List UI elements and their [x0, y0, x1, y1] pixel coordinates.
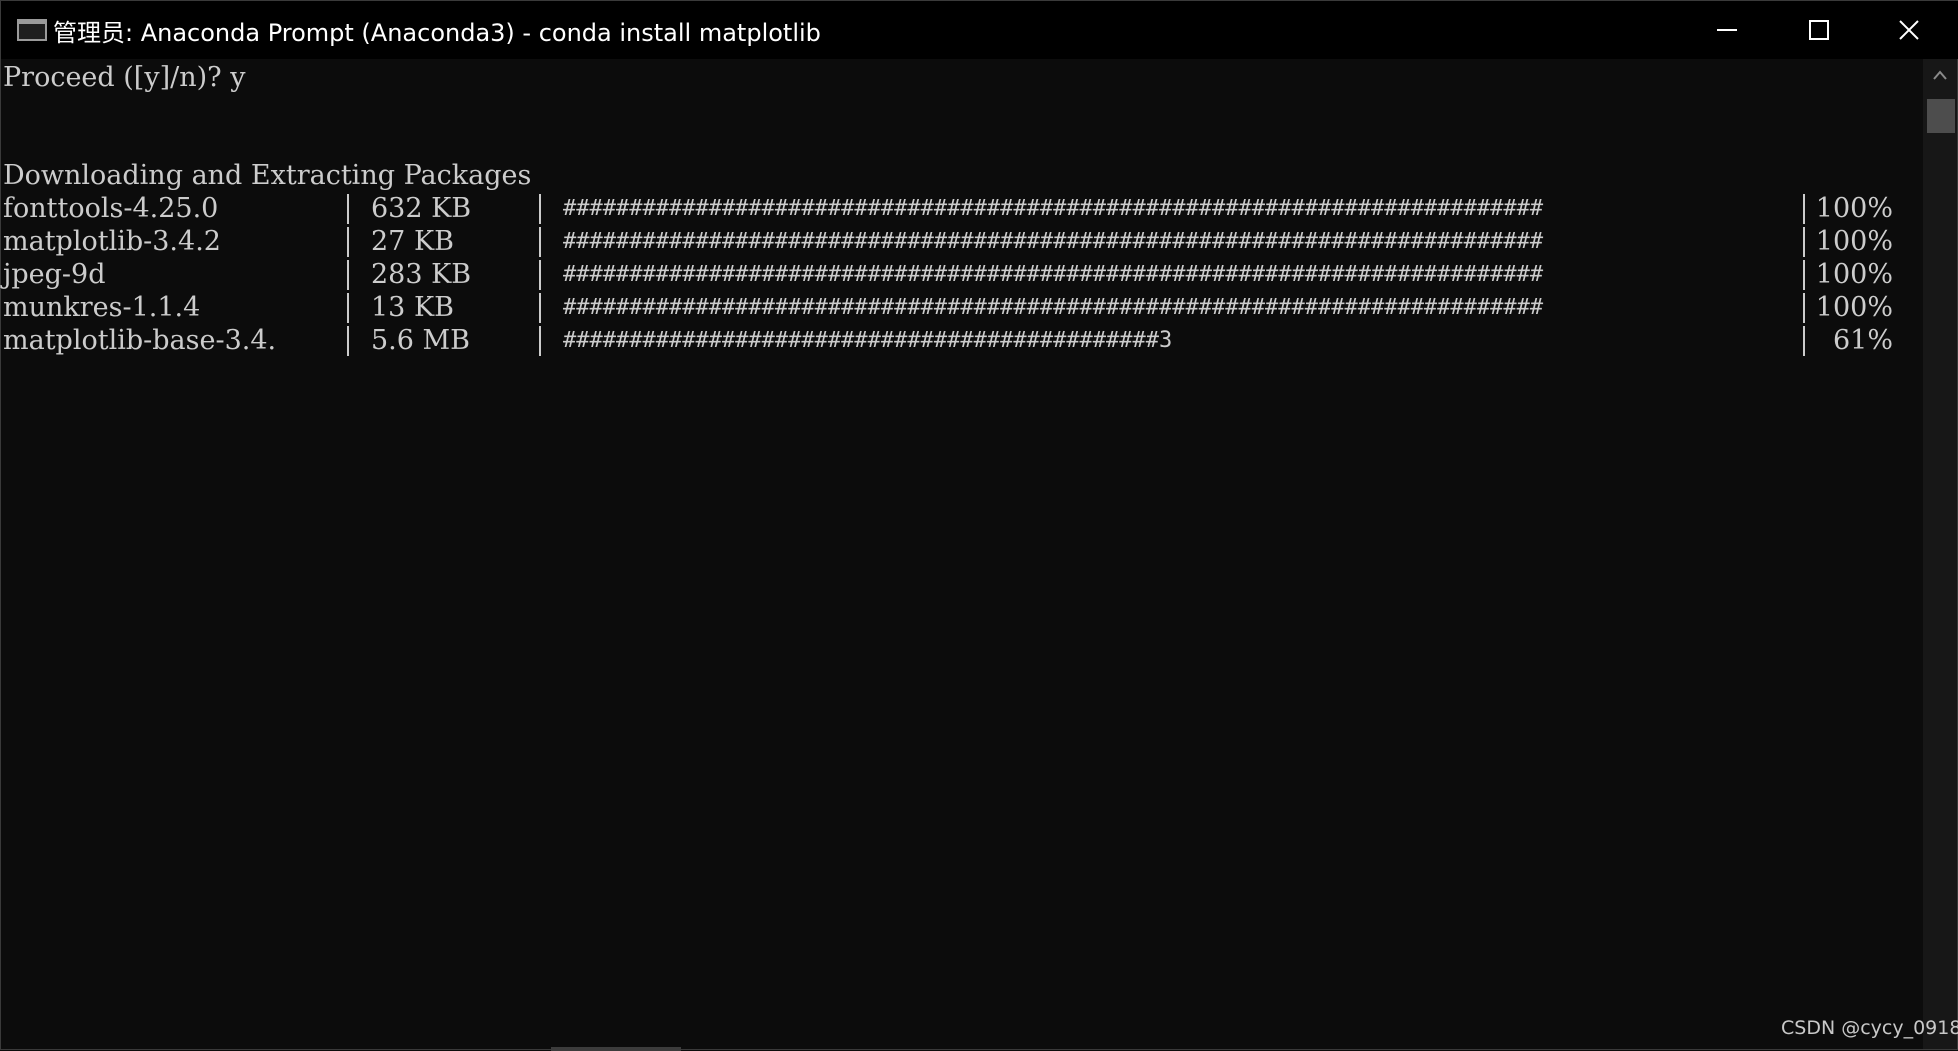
column-separator [347, 194, 349, 224]
watermark: CSDN @cycy_0918 [1781, 1017, 1958, 1039]
package-row: jpeg-9d 283 KB #########################… [3, 258, 1923, 291]
column-separator [347, 293, 349, 323]
package-row: munkres-1.1.4 13 KB ####################… [3, 291, 1923, 324]
package-row: matplotlib-3.4.2 27 KB #################… [3, 225, 1923, 258]
package-size: 27 KB [371, 226, 454, 257]
column-separator [1803, 293, 1805, 323]
horizontal-scroll-indicator[interactable] [551, 1047, 681, 1051]
close-button[interactable] [1863, 1, 1955, 59]
package-percent: 100% [1815, 292, 1893, 323]
progress-bar: ########################################… [563, 295, 1544, 320]
minimize-icon [1717, 29, 1737, 31]
package-name: munkres-1.1.4 [3, 292, 201, 323]
close-icon [1899, 20, 1919, 40]
progress-bar: ########################################… [563, 196, 1544, 221]
console-app-icon [17, 19, 47, 41]
package-name: fonttools-4.25.0 [3, 193, 219, 224]
column-separator [539, 227, 541, 257]
vertical-scrollbar[interactable] [1923, 59, 1957, 1049]
package-row: matplotlib-base-3.4. 5.6 MB ############… [3, 324, 1923, 357]
prompt-line: Proceed ([y]/n)? y [3, 62, 246, 93]
package-size: 13 KB [371, 292, 454, 323]
package-name: jpeg-9d [3, 259, 106, 290]
package-size: 5.6 MB [371, 325, 471, 356]
progress-bar: ########################################… [563, 229, 1544, 254]
package-row: fonttools-4.25.0 632 KB ################… [3, 192, 1923, 225]
column-separator [539, 260, 541, 290]
minimize-button[interactable] [1681, 1, 1773, 59]
column-separator [1803, 326, 1805, 356]
package-size: 283 KB [371, 259, 472, 290]
package-size: 632 KB [371, 193, 472, 224]
column-separator [347, 227, 349, 257]
package-name: matplotlib-3.4.2 [3, 226, 221, 257]
console-output[interactable]: Proceed ([y]/n)? y Downloading and Extra… [3, 59, 1923, 1049]
column-separator [347, 326, 349, 356]
column-separator [1803, 260, 1805, 290]
column-separator [1803, 227, 1805, 257]
scroll-up-button[interactable] [1923, 65, 1957, 85]
column-separator [1803, 194, 1805, 224]
package-percent: 100% [1815, 226, 1893, 257]
package-name: matplotlib-base-3.4. [3, 325, 277, 356]
scroll-thumb[interactable] [1927, 99, 1955, 133]
window-title: 管理员: Anaconda Prompt (Anaconda3) - conda… [53, 18, 821, 47]
package-percent: 100% [1815, 259, 1893, 290]
progress-bar: ########################################… [563, 328, 1173, 353]
column-separator [539, 326, 541, 356]
download-heading: Downloading and Extracting Packages [3, 160, 532, 191]
console-window: 管理员: Anaconda Prompt (Anaconda3) - conda… [0, 0, 1958, 1051]
maximize-button[interactable] [1773, 1, 1865, 59]
maximize-icon [1809, 20, 1829, 40]
column-separator [347, 260, 349, 290]
package-percent: 100% [1815, 193, 1893, 224]
progress-bar: ########################################… [563, 262, 1544, 287]
column-separator [539, 194, 541, 224]
title-bar[interactable]: 管理员: Anaconda Prompt (Anaconda3) - conda… [1, 1, 1958, 59]
column-separator [539, 293, 541, 323]
chevron-up-icon [1933, 70, 1947, 80]
package-percent: 61% [1832, 325, 1893, 356]
